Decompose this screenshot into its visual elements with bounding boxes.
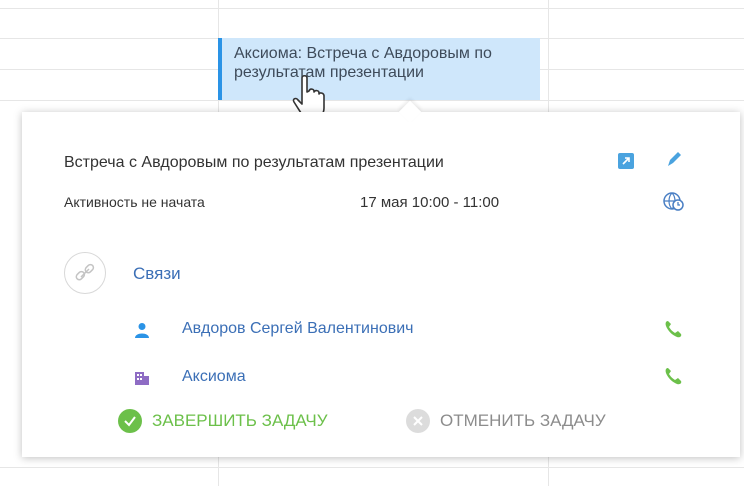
cancel-task-label: ОТМЕНИТЬ ЗАДАЧУ [440, 411, 606, 430]
calendar-event[interactable]: Аксиома: Встреча с Авдоровым по результа… [218, 38, 540, 100]
activity-status: Активность не начата [64, 194, 205, 210]
phone-icon[interactable] [662, 318, 684, 340]
pencil-icon[interactable] [664, 150, 684, 170]
close-icon [406, 409, 430, 433]
person-icon [135, 323, 149, 338]
activity-title: Встреча с Авдоровым по результатам презе… [64, 154, 444, 171]
open-activity-icon[interactable] [618, 153, 634, 169]
calendar-event-label: Аксиома: Встреча с Авдоровым по результа… [234, 45, 492, 81]
grid-line [0, 100, 744, 101]
chain-link-icon [75, 263, 95, 281]
links-icon [64, 252, 106, 294]
cancel-task-button[interactable]: ОТМЕНИТЬ ЗАДАЧУ [406, 408, 606, 434]
activity-popup: Встреча с Авдоровым по результатам презе… [22, 100, 740, 457]
links-section-label: Связи [133, 264, 181, 283]
company-icon [135, 372, 149, 385]
complete-task-label: ЗАВЕРШИТЬ ЗАДАЧУ [152, 411, 328, 430]
account-link[interactable]: Аксиома [182, 368, 246, 386]
check-icon [118, 409, 142, 433]
external-link-icon [622, 157, 630, 165]
popup-notch [398, 100, 422, 124]
grid-line [0, 467, 744, 468]
activity-time: 17 мая 10:00 - 11:00 [360, 194, 500, 211]
phone-icon[interactable] [662, 365, 684, 387]
grid-line [0, 8, 744, 9]
contact-link[interactable]: Авдоров Сергей Валентинович [182, 320, 414, 338]
complete-task-button[interactable]: ЗАВЕРШИТЬ ЗАДАЧУ [118, 408, 328, 434]
timezone-icon[interactable] [662, 190, 684, 212]
